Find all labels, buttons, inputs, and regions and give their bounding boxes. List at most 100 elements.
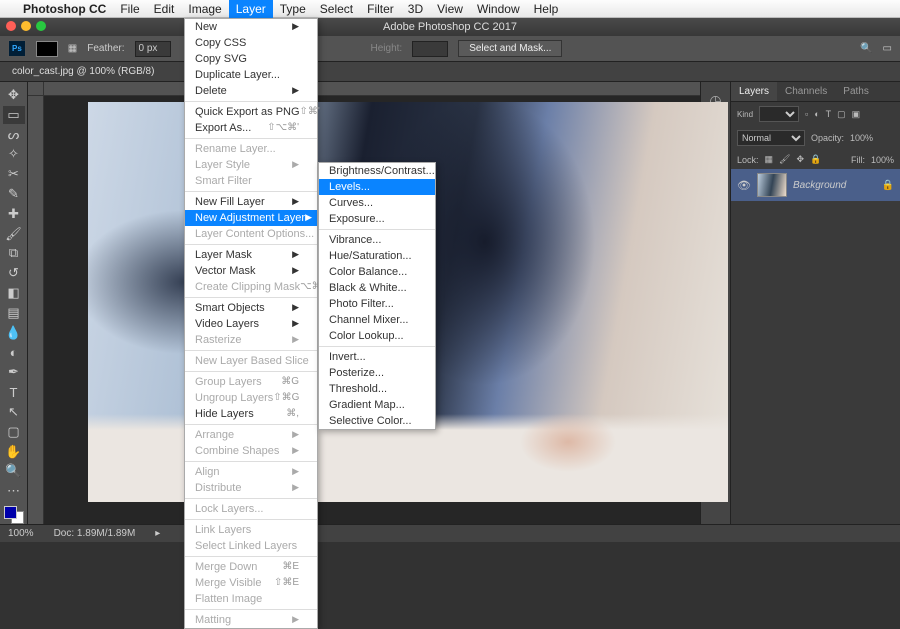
brush-tool[interactable]: 🖌 — [3, 225, 25, 243]
menu-filter[interactable]: Filter — [360, 0, 401, 18]
eyedropper-tool[interactable]: ✎ — [3, 185, 25, 203]
menu-item-layer-mask[interactable]: Layer Mask▶ — [185, 247, 317, 263]
submenu-item-hue-saturation-[interactable]: Hue/Saturation... — [319, 248, 435, 264]
submenu-item-channel-mixer-[interactable]: Channel Mixer... — [319, 312, 435, 328]
pen-tool[interactable]: ✒ — [3, 363, 25, 381]
minimize-icon[interactable] — [21, 21, 31, 31]
submenu-item-color-balance-[interactable]: Color Balance... — [319, 264, 435, 280]
menu-edit[interactable]: Edit — [147, 0, 182, 18]
menu-3d[interactable]: 3D — [401, 0, 430, 18]
zoom-icon[interactable] — [36, 21, 46, 31]
submenu-item-color-lookup-[interactable]: Color Lookup... — [319, 328, 435, 344]
magic-wand-tool[interactable]: ✧ — [3, 145, 25, 163]
stamp-tool[interactable]: ⧉ — [3, 245, 25, 263]
close-icon[interactable] — [6, 21, 16, 31]
filter-type-icon[interactable]: T — [826, 109, 832, 119]
blend-mode-select[interactable]: Normal — [737, 130, 805, 146]
lock-transparent-icon[interactable]: ▦ — [765, 154, 774, 165]
menu-item-hide-layers[interactable]: Hide Layers⌘, — [185, 406, 317, 422]
select-mask-button[interactable]: Select and Mask... — [458, 40, 562, 57]
menu-item-vector-mask[interactable]: Vector Mask▶ — [185, 263, 317, 279]
menu-window[interactable]: Window — [470, 0, 527, 18]
menu-type[interactable]: Type — [273, 0, 313, 18]
menu-item-quick-export-as-png[interactable]: Quick Export as PNG⇧⌘' — [185, 104, 317, 120]
menu-help[interactable]: Help — [527, 0, 566, 18]
menu-view[interactable]: View — [430, 0, 470, 18]
more-tools[interactable]: ⋯ — [3, 482, 25, 500]
filter-smart-icon[interactable]: ▣ — [852, 109, 861, 120]
menu-item-export-as-[interactable]: Export As...⇧⌥⌘' — [185, 120, 317, 136]
hand-tool[interactable]: ✋ — [3, 443, 25, 461]
menu-layer[interactable]: Layer — [229, 0, 273, 18]
fill-value[interactable]: 100% — [871, 155, 894, 165]
menu-item-copy-svg[interactable]: Copy SVG — [185, 51, 317, 67]
menu-item-new-fill-layer[interactable]: New Fill Layer▶ — [185, 194, 317, 210]
zoom-level[interactable]: 100% — [8, 528, 34, 539]
color-swatches[interactable] — [4, 506, 24, 524]
lock-position-icon[interactable]: ✥ — [796, 154, 804, 165]
gradient-tool[interactable]: ▤ — [3, 304, 25, 322]
blur-tool[interactable]: 💧 — [3, 324, 25, 342]
history-brush-tool[interactable]: ↺ — [3, 264, 25, 282]
tab-paths[interactable]: Paths — [835, 82, 877, 101]
menu-image[interactable]: Image — [181, 0, 228, 18]
search-icon[interactable]: 🔍 — [860, 43, 872, 54]
healing-tool[interactable]: ✚ — [3, 205, 25, 223]
lasso-tool[interactable]: ᔕ — [3, 126, 25, 144]
ruler-horizontal[interactable] — [44, 82, 700, 96]
submenu-item-posterize-[interactable]: Posterize... — [319, 365, 435, 381]
feather-input[interactable] — [135, 41, 171, 57]
type-tool[interactable]: T — [3, 383, 25, 401]
filter-pixel-icon[interactable]: ▫ — [805, 109, 808, 119]
path-tool[interactable]: ↖ — [3, 403, 25, 421]
submenu-item-threshold-[interactable]: Threshold... — [319, 381, 435, 397]
marquee-tool[interactable]: ▭ — [3, 106, 25, 124]
submenu-item-selective-color-[interactable]: Selective Color... — [319, 413, 435, 429]
crop-tool[interactable]: ✂ — [3, 165, 25, 183]
tab-channels[interactable]: Channels — [777, 82, 835, 101]
layer-thumbnail[interactable] — [757, 173, 787, 197]
opacity-value[interactable]: 100% — [850, 133, 873, 143]
layer-row[interactable]: 👁 Background 🔒 — [731, 169, 900, 201]
marquee-mode-icon[interactable]: ▦ — [68, 43, 77, 54]
submenu-item-gradient-map-[interactable]: Gradient Map... — [319, 397, 435, 413]
menu-item-video-layers[interactable]: Video Layers▶ — [185, 316, 317, 332]
submenu-item-exposure-[interactable]: Exposure... — [319, 211, 435, 227]
submenu-item-curves-[interactable]: Curves... — [319, 195, 435, 211]
menu-item-new[interactable]: New▶ — [185, 19, 317, 35]
filter-shape-icon[interactable]: ▢ — [837, 109, 846, 120]
lock-all-icon[interactable]: 🔒 — [810, 154, 821, 165]
menubar-app[interactable]: Photoshop CC — [16, 0, 113, 18]
menu-item-new-adjustment-layer[interactable]: New Adjustment Layer▶ — [185, 210, 317, 226]
submenu-item-photo-filter-[interactable]: Photo Filter... — [319, 296, 435, 312]
workspace-icon[interactable]: ▭ — [883, 43, 892, 54]
eraser-tool[interactable]: ◧ — [3, 284, 25, 302]
filter-adjust-icon[interactable]: ◐ — [814, 109, 819, 119]
visibility-icon[interactable]: 👁 — [737, 179, 751, 192]
dodge-tool[interactable]: ◐ — [3, 344, 25, 362]
zoom-tool[interactable]: 🔍 — [3, 462, 25, 480]
move-tool[interactable]: ✥ — [3, 86, 25, 104]
shape-tool[interactable]: ▢ — [3, 423, 25, 441]
menu-select[interactable]: Select — [313, 0, 360, 18]
height-input[interactable] — [412, 41, 448, 57]
kind-filter[interactable] — [759, 106, 799, 122]
chevron-right-icon[interactable]: ▸ — [155, 528, 160, 539]
ps-icon[interactable]: Ps — [8, 40, 26, 57]
menu-file[interactable]: File — [113, 0, 146, 18]
doc-size[interactable]: Doc: 1.89M/1.89M — [54, 528, 136, 539]
foreground-swatch[interactable] — [36, 41, 58, 57]
tab-layers[interactable]: Layers — [731, 82, 777, 101]
menu-item-delete[interactable]: Delete▶ — [185, 83, 317, 99]
submenu-item-brightness-contrast-[interactable]: Brightness/Contrast... — [319, 163, 435, 179]
menu-item-copy-css[interactable]: Copy CSS — [185, 35, 317, 51]
lock-pixels-icon[interactable]: 🖌 — [779, 154, 790, 165]
submenu-item-levels-[interactable]: Levels... — [319, 179, 435, 195]
menu-item-smart-objects[interactable]: Smart Objects▶ — [185, 300, 317, 316]
ruler-vertical[interactable] — [28, 96, 44, 524]
submenu-item-black-white-[interactable]: Black & White... — [319, 280, 435, 296]
menu-item-duplicate-layer-[interactable]: Duplicate Layer... — [185, 67, 317, 83]
submenu-item-invert-[interactable]: Invert... — [319, 349, 435, 365]
submenu-item-vibrance-[interactable]: Vibrance... — [319, 232, 435, 248]
document-tab[interactable]: color_cast.jpg @ 100% (RGB/8) — [0, 62, 900, 82]
